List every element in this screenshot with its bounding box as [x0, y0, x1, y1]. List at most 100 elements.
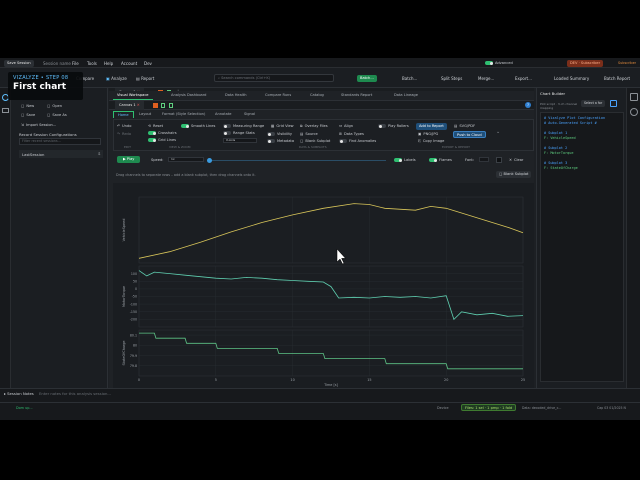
ribbon-tab-format[interactable]: Format (Style Selection) [158, 111, 209, 118]
menu-help[interactable]: Help [104, 61, 113, 66]
source-button[interactable]: ▤ Source [300, 132, 318, 136]
batch-run-button[interactable]: Batch... [357, 74, 377, 82]
save-session-button[interactable]: Save Session [4, 59, 34, 67]
blank-subplot-button[interactable]: ▢ Blank Subplot [496, 171, 532, 178]
crosshairs-switch[interactable] [148, 131, 156, 135]
session-notes-input[interactable]: Enter notes for this analysis session... [39, 391, 111, 396]
tab-standards-report[interactable]: Standards Report [337, 91, 376, 100]
axis-select[interactable]: X-Axis [223, 138, 257, 143]
grid-view-button[interactable]: ▦ Grid View [271, 124, 294, 128]
find-anomalies-switch[interactable] [339, 139, 347, 143]
folder-icon[interactable] [2, 108, 9, 113]
play-rollers-toggle[interactable]: Play Rollers [378, 124, 409, 128]
reset-button[interactable]: ⟲ Reset [148, 124, 163, 128]
smooth-lines-switch[interactable] [181, 124, 189, 128]
export-button[interactable]: Export... [515, 76, 532, 81]
png-jpg-button[interactable]: ▣ PNG/JPG [418, 132, 438, 136]
add-to-report-button[interactable]: Add to Report [416, 123, 447, 130]
batch-report-button[interactable]: Batch Report [604, 76, 630, 81]
new-button[interactable]: ▢ New [21, 104, 34, 108]
script-editor[interactable]: # Vizalyze Plot Configuration # Auto-Gene… [540, 112, 624, 382]
tab-data-lineage[interactable]: Data Lineage [390, 91, 422, 100]
ribbon-tab-annotate[interactable]: Annotate [211, 111, 235, 118]
flag-icon[interactable] [153, 103, 158, 108]
batch-button[interactable]: Batch... [402, 76, 417, 81]
visibility-toggle[interactable]: Visibility [267, 132, 292, 136]
color-swatch[interactable] [496, 157, 502, 163]
menu-tools[interactable]: Tools [87, 61, 97, 66]
config-icon[interactable] [630, 108, 638, 116]
open-button[interactable]: ▢ Open [47, 104, 62, 108]
timeline-handle[interactable] [207, 157, 212, 163]
labels-toggle[interactable]: Labels [394, 158, 416, 162]
menu-file[interactable]: File [72, 61, 79, 66]
chevron-down-icon[interactable]: ⌄ [496, 129, 500, 135]
range-stats-switch[interactable] [223, 131, 231, 135]
advanced-toggle[interactable]: Advanced [485, 61, 513, 65]
sheet-icon[interactable] [169, 103, 173, 108]
chart-svg[interactable]: VehicleSpeed100500-50-100-150-200MotorTo… [113, 183, 534, 388]
analyze-button[interactable]: ▣ Analyze [106, 76, 127, 81]
merge-button[interactable]: Merge... [478, 76, 494, 81]
loaded-summary-button[interactable]: Loaded Summary [554, 76, 589, 81]
save-as-button[interactable]: ▢ Save As [47, 113, 67, 117]
recent-search-input[interactable]: Filter recent sessions... [19, 138, 101, 145]
align-button[interactable]: ⇔ Align [339, 124, 353, 128]
metadata-toggle[interactable]: Metadata [267, 139, 294, 143]
smooth-lines-toggle[interactable]: Smooth Lines [181, 124, 215, 128]
canvas-tab[interactable]: Canvas 1 ✕ [115, 101, 144, 110]
advanced-switch[interactable] [485, 61, 493, 65]
visibility-switch[interactable] [267, 132, 275, 136]
select-button[interactable]: Select a for [581, 100, 606, 107]
device-select[interactable]: Device [437, 406, 449, 410]
document-icon[interactable] [161, 103, 165, 108]
measuring-range-switch[interactable] [223, 124, 231, 128]
files-badge[interactable]: Files: 1 sel · 1 pmp · 1 fold [461, 404, 517, 411]
data-types-button[interactable]: ⊞ Data Types [339, 132, 364, 136]
split-steps-button[interactable]: Split Steps [441, 76, 462, 81]
redo-button[interactable]: ↷ Redo [117, 132, 131, 136]
user-badge[interactable]: DEV · Subscriber [567, 59, 604, 67]
report-button[interactable]: ▤ Report [136, 76, 154, 81]
tab-visual-workspace[interactable]: Visual Workspace [113, 91, 153, 100]
flames-switch[interactable] [429, 158, 437, 162]
tab-compare-runs[interactable]: Compare Runs [261, 91, 295, 100]
undo-button[interactable]: ↶ Undo [117, 124, 131, 128]
svg-pdf-button[interactable]: ▤ SVG/PDF [454, 124, 475, 128]
flames-toggle[interactable]: Flames [429, 158, 452, 162]
help-icon[interactable]: ? [525, 102, 531, 108]
ribbon-tab-signal[interactable]: Signal [240, 111, 259, 118]
play-button[interactable]: ▶ Play [117, 156, 141, 163]
command-search[interactable]: ⌕ Search commands (Ctrl+K) [214, 74, 334, 82]
find-anomalies-toggle[interactable]: Find Anomalies [339, 139, 376, 143]
chart-icon[interactable] [630, 93, 638, 101]
menu-dev[interactable]: Dev [144, 61, 152, 66]
push-to-cloud-button[interactable]: Push to Cloud [453, 131, 486, 138]
timeline-slider[interactable] [207, 157, 386, 163]
session-name-field[interactable]: Session name [43, 61, 71, 66]
save-button[interactable]: ▢ Save [21, 113, 35, 117]
crosshairs-toggle[interactable]: Crosshairs [148, 131, 177, 135]
copy-image-button[interactable]: ⎘ Copy Image [418, 139, 444, 143]
tab-analysis-dashboard[interactable]: Analysis Dashboard [167, 91, 210, 100]
range-stats-toggle[interactable]: Range Stats [223, 131, 255, 135]
metadata-switch[interactable] [267, 139, 275, 143]
import-session-button[interactable]: ⇲ Import Session... [21, 123, 56, 127]
font-input[interactable] [479, 157, 489, 162]
ribbon-tab-layout[interactable]: Layout [135, 111, 155, 118]
grid-lines-switch[interactable] [148, 138, 156, 142]
play-rollers-switch[interactable] [378, 124, 386, 128]
tab-catalog[interactable]: Catalog [306, 91, 328, 100]
grid-lines-toggle[interactable]: Grid Lines [148, 138, 176, 142]
clear-button[interactable]: ✕ Clear [509, 158, 523, 162]
speed-select[interactable]: 1x [168, 157, 204, 162]
labels-switch[interactable] [394, 158, 402, 162]
tab-data-health[interactable]: Data Health [221, 91, 251, 100]
ribbon-tab-home[interactable]: Home [113, 111, 134, 118]
recent-session-item[interactable]: LastSession ⇩ [19, 150, 103, 158]
measuring-range-toggle[interactable]: Measuring Range [223, 124, 264, 128]
canvas-tab-close-icon[interactable]: ✕ [137, 103, 140, 107]
blank-subplot-ribbon-button[interactable]: ▢ Blank Subplot [300, 139, 330, 143]
link-icon[interactable] [610, 100, 617, 107]
overlay-files-button[interactable]: ⧉ Overlay Files [300, 124, 328, 128]
